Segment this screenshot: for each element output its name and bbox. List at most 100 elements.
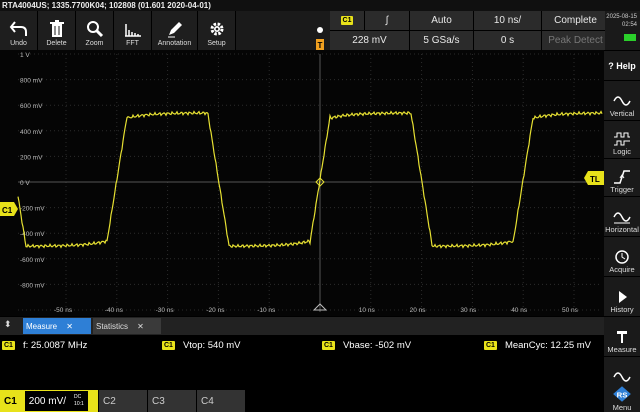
channel-bar: C1 200 mV/ DC 10:1 C2 C3 C4 — [0, 390, 604, 412]
help-icon: ? — [608, 60, 614, 71]
y-tick-label: -200 mV — [20, 206, 45, 213]
sine-small-icon — [613, 372, 631, 382]
trigger-mode-cell[interactable]: Auto — [410, 11, 473, 30]
horiz-position-cell[interactable]: 0 s — [474, 31, 541, 50]
annotation-button[interactable]: Annotation — [152, 11, 198, 50]
time-scale-cell[interactable]: 10 ns/ — [474, 11, 541, 30]
channel-1-scale-box: 200 mV/ DC 10:1 — [24, 391, 88, 411]
acquire-icon — [615, 250, 629, 264]
trigger-position-marker-icon: T — [316, 27, 324, 50]
measurement-value: Vtop: 540 mV — [182, 340, 241, 351]
trigger-label: Trigger — [610, 185, 634, 194]
horizontal-sine-icon — [613, 212, 631, 224]
channel-1-trace — [17, 110, 603, 249]
trigger-channel-tag: C1 — [340, 16, 354, 25]
clock-date: 2025-08-15 — [606, 14, 637, 20]
trigger-position-area[interactable]: T — [310, 11, 330, 50]
measurement-channel-tag: C1 — [162, 341, 175, 350]
history-button[interactable]: History — [604, 276, 640, 316]
y-tick-label: 0 V — [20, 180, 30, 187]
channel-4-box[interactable]: C4 — [197, 390, 245, 412]
channel-1-coupling-block: DC 10:1 — [74, 394, 84, 408]
horizontal-button[interactable]: Horizontal — [604, 196, 640, 236]
gear-icon — [210, 22, 223, 36]
decimation-cell[interactable]: Peak Detect — [542, 31, 609, 50]
close-icon[interactable]: ✕ — [136, 322, 145, 331]
trigger-button[interactable]: Trigger — [604, 158, 640, 196]
zoom-button[interactable]: Zoom — [76, 11, 114, 50]
measurement-vtop[interactable]: C1 Vtop: 540 mV — [162, 340, 241, 351]
play-icon — [619, 291, 627, 303]
undo-button[interactable]: Undo — [0, 11, 38, 50]
tab-statistics-label: Statistics — [96, 321, 129, 331]
channel-1-coupling: DC — [74, 394, 82, 400]
decimation-value: Peak Detect — [548, 35, 603, 46]
x-tick-label: -10 ns — [257, 307, 276, 314]
trigger-level-marker[interactable]: TL — [584, 171, 604, 185]
logic-button[interactable]: Logic — [604, 120, 640, 158]
trigger-level-cell[interactable]: 228 mV — [330, 31, 409, 50]
delete-button[interactable]: Delete — [38, 11, 76, 50]
measurement-tab-bar: ⬍ Measure ✕ Statistics ✕ — [0, 317, 604, 335]
waveform-svg: 1 V 800 mV 600 mV 400 mV 200 mV 0 V -200 mV -40… — [0, 52, 604, 314]
rohde-schwarz-logo-icon: RS — [613, 386, 631, 402]
measure-icon — [617, 331, 627, 343]
setup-label: Setup — [207, 40, 226, 47]
delete-label: Delete — [46, 40, 67, 47]
collapse-toggle[interactable]: ⬍ — [4, 319, 12, 330]
channel-1-probe: 10:1 — [74, 401, 84, 407]
measure-label: Measure — [607, 345, 637, 354]
undo-label: Undo — [10, 40, 27, 47]
close-icon[interactable]: ✕ — [65, 322, 74, 331]
menu-label: Menu — [612, 403, 632, 412]
measurement-value: Vbase: -502 mV — [342, 340, 412, 351]
acquire-button[interactable]: Acquire — [604, 236, 640, 276]
horizontal-label: Horizontal — [605, 225, 639, 234]
trigger-edge-icon — [614, 170, 630, 184]
fft-button[interactable]: FFT — [114, 11, 152, 50]
tab-statistics[interactable]: Statistics ✕ — [93, 318, 161, 334]
vertical-label: Vertical — [609, 109, 635, 118]
measurement-meancyc[interactable]: C1 MeanCyc: 12.25 mV — [484, 340, 591, 351]
acq-status-cell[interactable]: Complete — [542, 11, 609, 30]
zoom-label: Zoom — [85, 40, 104, 47]
logic-icon — [614, 132, 630, 146]
measurement-channel-tag: C1 — [484, 341, 497, 350]
trigger-slope-icon: ∫ — [385, 15, 389, 26]
y-axis-labels: 1 V800 mV600 mV400 mV200 mV0 V-200 mV-40… — [20, 52, 45, 289]
y-tick-label: -800 mV — [20, 282, 45, 289]
clock: 2025-08-15 02:54 — [605, 11, 640, 50]
svg-text:RS: RS — [617, 390, 628, 399]
tab-measure-label: Measure — [26, 321, 58, 331]
vertical-button[interactable]: Vertical — [604, 80, 640, 120]
channel-3-label: C3 — [152, 395, 165, 407]
setup-button[interactable]: Setup — [198, 11, 236, 50]
measurement-vbase[interactable]: C1 Vbase: -502 mV — [322, 340, 411, 351]
help-label: ? Help — [608, 61, 636, 71]
acquisition-parameters: C1 ∫ Auto 10 ns/ Complete 228 mV 5 GSa/s… — [330, 11, 609, 50]
y-tick-label: 1 V — [20, 52, 30, 59]
trigger-slope-cell[interactable]: ∫ — [365, 11, 409, 30]
channel-1-offset-marker[interactable]: C1 — [0, 202, 18, 216]
tab-measure[interactable]: Measure ✕ — [23, 318, 91, 334]
menu-button[interactable]: RS Menu — [604, 356, 640, 412]
measurement-results: C1 f: 25.0087 MHz C1 Vtop: 540 mV C1 Vba… — [0, 337, 604, 356]
channel-3-box[interactable]: C3 — [148, 390, 196, 412]
help-button[interactable]: ? Help — [604, 50, 640, 80]
measure-button[interactable]: Measure — [604, 316, 640, 356]
x-tick-label: 10 ns — [359, 307, 376, 314]
channel-2-box[interactable]: C2 — [99, 390, 147, 412]
sample-rate-value: 5 GSa/s — [423, 35, 460, 46]
channel-1-marker-label: C1 — [2, 206, 13, 215]
channel-4-label: C4 — [201, 395, 214, 407]
time-scale-value: 10 ns/ — [493, 15, 522, 26]
channel-1-box[interactable]: C1 200 mV/ DC 10:1 — [0, 390, 98, 412]
horiz-position-value: 0 s — [500, 35, 515, 46]
sample-rate-cell[interactable]: 5 GSa/s — [410, 31, 473, 50]
x-tick-label: 50 ns — [562, 307, 579, 314]
measurement-frequency[interactable]: C1 f: 25.0087 MHz — [2, 340, 87, 351]
waveform-display[interactable]: 1 V 800 mV 600 mV 400 mV 200 mV 0 V -200 mV -40… — [0, 50, 604, 316]
trigger-source-cell[interactable]: C1 — [330, 11, 364, 30]
y-tick-label: -600 mV — [20, 257, 45, 264]
y-tick-label: 600 mV — [20, 103, 43, 110]
